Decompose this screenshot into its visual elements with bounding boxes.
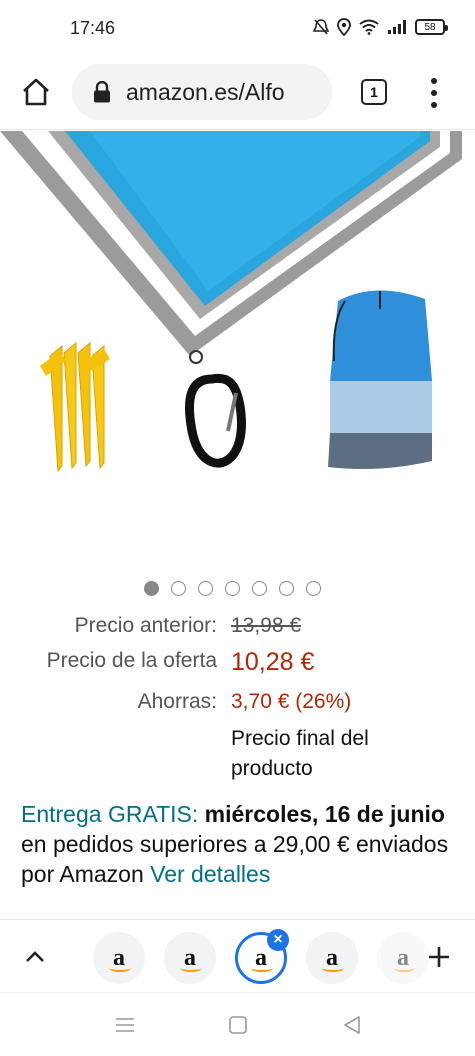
wifi-icon [359,19,379,35]
carousel-dot[interactable] [306,581,321,596]
new-tab-icon[interactable] [426,944,452,970]
tab-thumbnail[interactable]: a [164,932,216,984]
menu-dot-icon [431,102,437,108]
carousel-dot[interactable] [252,581,267,596]
chevron-up-icon[interactable] [22,944,48,970]
beach-mat-illustration [0,131,462,473]
lock-icon [94,81,110,103]
tab-switcher-button[interactable]: 1 [361,79,387,105]
battery-icon: 58 [415,19,448,35]
carousel-dot[interactable] [225,581,240,596]
carousel-dots [144,581,321,596]
previous-price-value: 13,98 € [231,614,302,637]
stakes-illustration [40,341,110,473]
back-icon[interactable] [340,1013,364,1037]
free-delivery-label: Entrega GRATIS: [21,801,199,827]
amazon-smile-icon [251,964,273,972]
carabiner-illustration [185,373,246,468]
amazon-smile-icon [393,964,415,972]
delivery-info: Entrega GRATIS: miércoles, 16 de junio e… [21,799,451,889]
system-nav-bar [0,992,475,1056]
carousel-dot[interactable] [279,581,294,596]
pouch-illustration [328,290,432,469]
url-text: amazon.es/Alfo [126,78,285,105]
carousel-dot[interactable] [171,581,186,596]
status-icons: 58 [313,18,448,36]
menu-dot-icon [431,78,437,84]
tab-thumbnail[interactable]: a [93,932,145,984]
delivery-details-link[interactable]: Ver detalles [150,861,270,887]
amazon-smile-icon [109,964,131,972]
deal-price-value: 10,28 € [231,648,315,676]
mute-icon [313,19,329,35]
home-button[interactable] [18,74,54,110]
amazon-smile-icon [322,964,344,972]
product-image[interactable] [0,131,475,571]
menu-dot-icon [431,90,437,96]
carousel-dot[interactable] [144,581,159,596]
tab-thumbnail-active[interactable]: a × [235,929,289,984]
url-bar[interactable]: amazon.es/Alfo [72,64,332,120]
savings-label: Ahorras: [137,690,217,713]
carousel-dot[interactable] [198,581,213,596]
tab-strip: a a a × a a [0,919,475,991]
tab-thumbnail[interactable]: a [306,932,358,984]
amazon-smile-icon [180,964,202,972]
signal-icon [388,20,406,34]
status-bar: 17:46 58 [0,0,475,60]
tab-thumbnail[interactable]: a [377,932,429,984]
home-nav-icon[interactable] [226,1013,250,1037]
browser-toolbar: amazon.es/Alfo 1 [0,60,475,130]
status-time: 17:46 [70,18,116,38]
location-icon [337,18,351,36]
deal-price-label: Precio de la oferta [46,649,217,672]
recents-icon[interactable] [113,1013,137,1037]
previous-price-label: Precio anterior: [74,614,217,637]
savings-value: 3,70 € (26%) [231,690,352,713]
home-icon [23,78,49,106]
final-price-note: Precio final del producto [231,727,369,780]
overflow-menu-button[interactable] [424,76,444,110]
delivery-date: miércoles, 16 de junio [204,801,445,827]
close-tab-icon[interactable]: × [267,929,289,951]
